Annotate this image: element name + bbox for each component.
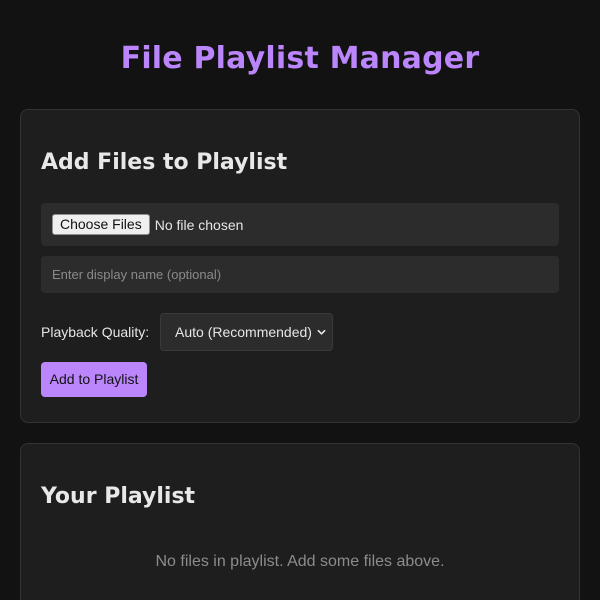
add-files-heading: Add Files to Playlist: [41, 150, 288, 175]
empty-playlist-message: No files in playlist. Add some files abo…: [155, 553, 445, 570]
page-title: File Playlist Manager: [120, 41, 480, 76]
add-to-playlist-button[interactable]: Add to Playlist: [41, 362, 147, 397]
file-picker[interactable]: Choose Files No file chosen: [41, 203, 559, 246]
quality-label: Playback Quality:: [41, 324, 150, 340]
add-files-card: Add Files to Playlist Choose Files No fi…: [20, 109, 580, 423]
quality-selected-value: Auto (Recommended): [175, 324, 312, 340]
choose-files-button[interactable]: Choose Files: [52, 214, 150, 235]
display-name-input[interactable]: [41, 256, 559, 293]
file-status-text: No file chosen: [154, 216, 244, 233]
chevron-down-icon: [317, 329, 326, 335]
playlist-heading: Your Playlist: [41, 484, 196, 509]
playlist-card: Your Playlist No files in playlist. Add …: [20, 443, 580, 600]
quality-select[interactable]: Auto (Recommended): [160, 313, 333, 351]
app-root: File Playlist Manager Add Files to Playl…: [0, 0, 600, 600]
